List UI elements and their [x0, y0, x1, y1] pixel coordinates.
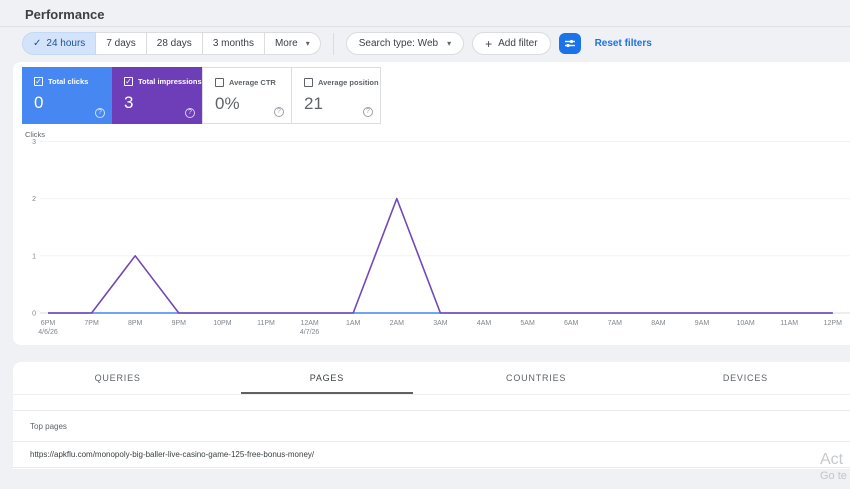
x-tick-label: 7PM [84, 320, 99, 327]
metric-card-average-position[interactable]: Average position 21? [291, 67, 381, 124]
date-range-label: 24 hours [46, 38, 86, 49]
add-filter-button[interactable]: + Add filter [472, 32, 551, 55]
metric-label: Average position [318, 78, 379, 87]
x-tick-label: 8AM [651, 320, 666, 327]
x-tick-label: 4AM [477, 320, 492, 327]
table-toolbar-row [13, 395, 850, 411]
tab-pages[interactable]: PAGES [222, 362, 431, 394]
table-body: https://apkflu.com/monopoly-big-baller-l… [13, 442, 850, 468]
table-row[interactable]: https://apkflu.com/monopoly-big-baller-l… [13, 442, 850, 468]
help-icon[interactable]: ? [185, 108, 195, 118]
x-tick-label: 11PM [257, 320, 275, 327]
x-tick-label: 7AM [608, 320, 623, 327]
tab-queries[interactable]: QUERIES [13, 362, 222, 394]
metric-cards-row: ✓ Total clicks 0? ✓ Total impressions 3? Avera… [22, 67, 850, 124]
watermark-line2: Go te [820, 470, 847, 482]
date-range-label: More [274, 38, 298, 49]
y-tick-label: 2 [32, 196, 36, 203]
page-header: Performance [0, 0, 850, 27]
x-tick-label: 9PM [172, 320, 187, 327]
y-tick-label: 3 [32, 139, 36, 146]
metrics-chart-panel: ✓ Total clicks 0? ✓ Total impressions 3? Avera… [13, 62, 850, 345]
search-console-performance-page: Performance ✓ 24 hours 7 days 28 days 3 mont… [0, 0, 850, 489]
page-title: Performance [25, 7, 105, 22]
help-icon[interactable]: ? [95, 108, 105, 118]
card-header: Average CTR [215, 78, 291, 87]
metric-card-average-ctr[interactable]: Average CTR 0%? [202, 67, 292, 124]
table-column-header: Top pages [13, 411, 850, 442]
y-tick-label: 1 [32, 253, 36, 260]
date-range-label: 3 months [212, 38, 254, 49]
chart-y-axis-title: Clicks [25, 130, 45, 139]
x-tick-date-label: 4/7/26 [300, 329, 320, 336]
x-tick-label: 12PM [824, 320, 842, 327]
tab-countries[interactable]: COUNTRIES [432, 362, 641, 394]
checkbox-checked-icon[interactable]: ✓ [34, 77, 43, 86]
x-tick-date-label: 4/6/26 [38, 329, 58, 336]
x-tick-label: 10PM [213, 320, 231, 327]
x-tick-label: 2AM [390, 320, 405, 327]
date-range-chip-24-hours[interactable]: ✓ 24 hours [22, 32, 97, 55]
card-header: ✓ Total impressions [124, 77, 202, 86]
x-tick-label: 11AM [780, 320, 798, 327]
dimensions-panel: QUERIES PAGES COUNTRIES DEVICES Top pages h… [13, 362, 850, 469]
date-range-chip-28-days[interactable]: 28 days [145, 32, 203, 55]
checkbox-unchecked-icon[interactable] [215, 78, 224, 87]
card-header: Average position [304, 78, 380, 87]
card-header: ✓ Total clicks [34, 77, 112, 86]
search-type-label: Search type: Web [358, 38, 439, 49]
chevron-down-icon: ▾ [305, 39, 310, 48]
metric-label: Average CTR [229, 78, 276, 87]
compare-filter-button[interactable] [558, 33, 581, 54]
dimension-tabs: QUERIES PAGES COUNTRIES DEVICES [13, 362, 850, 395]
x-tick-label: 9AM [695, 320, 710, 327]
tune-icon [564, 39, 575, 48]
date-range-chip-3-months[interactable]: 3 months [201, 32, 265, 55]
reset-filters-link[interactable]: Reset filters [595, 38, 652, 49]
add-filter-label: Add filter [498, 38, 538, 49]
x-tick-label: 5AM [520, 320, 535, 327]
plus-icon: + [485, 36, 493, 51]
x-tick-label: 10AM [736, 320, 754, 327]
y-tick-label: 0 [32, 311, 36, 318]
date-range-chip-more[interactable]: More ▾ [263, 32, 321, 55]
metric-label: Total clicks [48, 77, 89, 86]
x-tick-label: 12AM [300, 320, 318, 327]
metric-card-total-clicks[interactable]: ✓ Total clicks 0? [22, 67, 112, 124]
date-range-label: 28 days [156, 38, 192, 49]
clicks-impressions-chart: Clicks 0 1 2 3 6PM 4/6/26 7PM 8PM 9PM 10PM 11PM 12AM… [25, 130, 850, 336]
filter-toolbar: ✓ 24 hours 7 days 28 days 3 months More ▾ Sear… [22, 32, 652, 55]
metric-card-total-impressions[interactable]: ✓ Total impressions 3? [112, 67, 202, 124]
x-tick-label: 3AM [433, 320, 448, 327]
date-range-chip-7-days[interactable]: 7 days [95, 32, 147, 55]
metric-label: Total impressions [138, 77, 202, 86]
help-icon[interactable]: ? [274, 107, 284, 117]
x-tick-label: 6AM [564, 320, 579, 327]
search-type-selector[interactable]: Search type: Web ▾ [345, 32, 465, 55]
date-range-label: 7 days [106, 38, 136, 49]
chevron-down-icon: ▾ [447, 39, 452, 48]
check-icon: ✓ [33, 38, 42, 49]
x-tick-label: 6PM [41, 320, 56, 327]
x-tick-label: 1AM [346, 320, 361, 327]
x-tick-label: 8PM [128, 320, 143, 327]
tab-devices[interactable]: DEVICES [641, 362, 850, 394]
help-icon[interactable]: ? [363, 107, 373, 117]
date-range-group: ✓ 24 hours 7 days 28 days 3 months More ▾ [22, 32, 321, 55]
checkbox-checked-icon[interactable]: ✓ [124, 77, 133, 86]
checkbox-unchecked-icon[interactable] [304, 78, 313, 87]
toolbar-divider [332, 32, 334, 55]
